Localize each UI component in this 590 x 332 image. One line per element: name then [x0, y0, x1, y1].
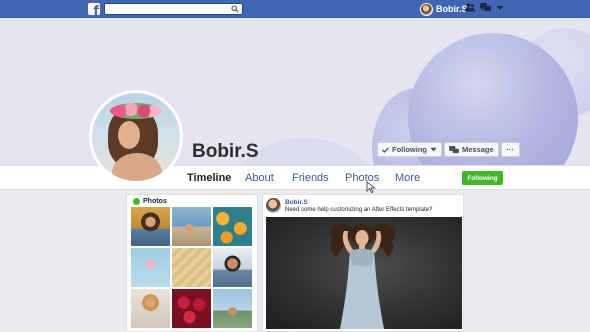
- post-author[interactable]: Bobir.S: [285, 199, 308, 206]
- photo-thumbnail[interactable]: [213, 289, 252, 328]
- tab-about[interactable]: About: [245, 172, 274, 184]
- flower-crown: [110, 103, 162, 119]
- avatar: [420, 2, 433, 16]
- photo-thumbnail[interactable]: [131, 207, 170, 246]
- message-label: Message: [462, 145, 494, 154]
- chevron-down-icon: [430, 147, 437, 152]
- photo-thumbnail[interactable]: [172, 207, 211, 246]
- photo-detail: [118, 121, 140, 149]
- avatar[interactable]: [266, 198, 281, 213]
- photo-detail: [112, 153, 162, 181]
- post-image[interactable]: [266, 217, 462, 329]
- check-icon: [382, 146, 389, 153]
- photo-thumbnail[interactable]: [131, 289, 170, 328]
- friends-icon[interactable]: [465, 3, 475, 12]
- more-options-label: ···: [506, 145, 514, 154]
- post-photo: [329, 223, 396, 329]
- photo-thumbnail[interactable]: [213, 248, 252, 287]
- photos-title[interactable]: Photos: [143, 198, 167, 205]
- profile-picture-image: [92, 93, 180, 181]
- photo-thumbnail[interactable]: [213, 207, 252, 246]
- dropdown-icon[interactable]: [496, 5, 504, 11]
- tab-timeline[interactable]: Timeline: [187, 172, 231, 184]
- photo-detail: [350, 249, 374, 266]
- following-button[interactable]: Following: [462, 171, 503, 185]
- profile-name[interactable]: Bobir.S: [192, 141, 259, 163]
- tab-friends[interactable]: Friends: [292, 172, 329, 184]
- photo-thumbnail[interactable]: [172, 248, 211, 287]
- profile-shortcut[interactable]: Bobir.S: [420, 2, 468, 16]
- message-button[interactable]: Message: [444, 142, 499, 157]
- photo-detail: [355, 230, 369, 246]
- photo-thumbnail[interactable]: [172, 289, 211, 328]
- photos-grid: [131, 207, 252, 328]
- photos-icon: [133, 198, 140, 205]
- post-card: Bobir.S Need some help customizing an Af…: [262, 194, 464, 332]
- messages-icon: [449, 145, 459, 153]
- mouse-cursor-icon: [366, 181, 376, 193]
- topbar-user-name: Bobir.S: [436, 4, 468, 14]
- tab-more[interactable]: More: [395, 172, 420, 184]
- top-navigation-bar: f Bobir.S: [0, 0, 590, 18]
- following-dropdown-button[interactable]: Following: [377, 142, 442, 157]
- photos-card: Photos: [126, 194, 258, 332]
- search-input[interactable]: [104, 3, 243, 15]
- following-label: Following: [392, 145, 427, 154]
- messages-icon[interactable]: [480, 3, 491, 12]
- profile-picture[interactable]: [89, 90, 183, 184]
- post-text: Need some help customizing an After Effe…: [285, 207, 433, 213]
- profile-nav: Timeline About Friends Photos More Follo…: [0, 165, 590, 190]
- photo-thumbnail[interactable]: [131, 248, 170, 287]
- search-icon[interactable]: [231, 5, 239, 13]
- facebook-logo-icon[interactable]: f: [88, 3, 100, 15]
- more-options-button[interactable]: ···: [500, 142, 520, 157]
